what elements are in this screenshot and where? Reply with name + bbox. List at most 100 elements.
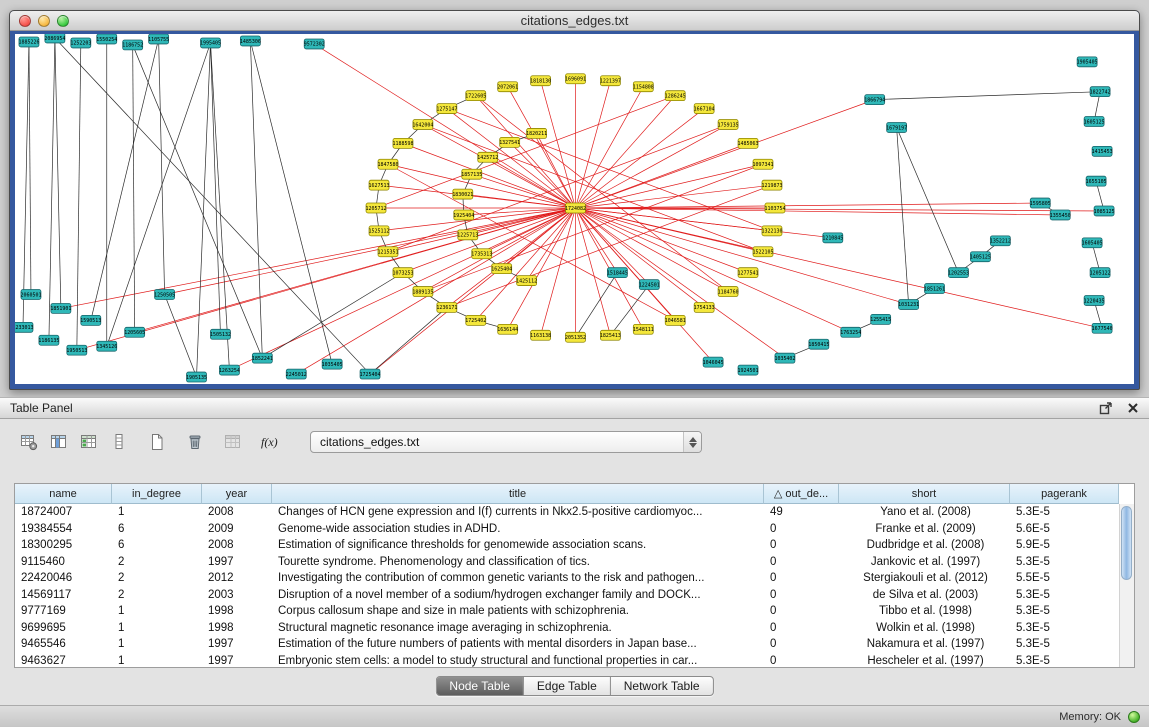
network-node[interactable]: 1505132 [210, 329, 231, 339]
network-node[interactable]: 1518445 [607, 268, 628, 278]
column-header[interactable]: short [839, 484, 1010, 504]
network-node[interactable]: 1031231 [898, 299, 919, 309]
table-row[interactable]: 1872400712008Changes of HCN gene express… [15, 504, 1119, 521]
network-node[interactable]: 1847580 [378, 159, 399, 169]
network-node[interactable]: 1830021 [452, 189, 473, 199]
network-node[interactable]: 1188598 [392, 138, 413, 148]
network-node[interactable]: 1857135 [461, 169, 482, 179]
network-node[interactable]: 1035405 [322, 359, 343, 369]
network-node[interactable]: 1046581 [665, 315, 686, 325]
network-node[interactable]: 1625404 [491, 264, 512, 274]
network-node[interactable]: 1522105 [753, 247, 774, 257]
network-node[interactable]: 1425712 [477, 152, 498, 162]
network-node[interactable]: 1759135 [718, 120, 739, 130]
table-row[interactable]: 969969511998Structural magnetic resonanc… [15, 620, 1119, 637]
network-node[interactable]: 1889135 [412, 287, 433, 297]
network-node[interactable]: 2051352 [565, 332, 586, 342]
network-node[interactable]: 1255415 [870, 314, 891, 324]
table-row[interactable]: 1938455462009Genome-wide association stu… [15, 521, 1119, 538]
network-node[interactable]: 1905135 [186, 372, 207, 382]
network-table-select[interactable]: citations_edges.txt [310, 431, 702, 453]
import-table-button[interactable] [76, 429, 102, 455]
network-node[interactable]: 1085125 [1094, 206, 1115, 216]
network-node[interactable]: 1277541 [738, 268, 759, 278]
network-node[interactable]: 1677540 [1092, 323, 1113, 333]
network-node[interactable]: 1605125 [1084, 117, 1105, 127]
network-node[interactable]: 1252203 [70, 38, 91, 48]
network-node[interactable]: 1735313 [471, 249, 492, 259]
network-node[interactable]: 1995405 [200, 38, 221, 48]
network-node[interactable]: 1851901 [50, 303, 71, 313]
network-node[interactable]: 1352212 [990, 236, 1011, 246]
network-node[interactable]: 1205712 [366, 203, 387, 213]
network-node[interactable]: 1286245 [665, 91, 686, 101]
network-node[interactable]: 1215351 [378, 247, 399, 257]
delete-table-button[interactable] [182, 429, 208, 455]
network-node[interactable]: 9572302 [304, 39, 325, 49]
network-node[interactable]: 2072061 [497, 82, 518, 92]
network-node[interactable]: 1103754 [764, 203, 785, 213]
network-node[interactable]: 1224501 [639, 280, 660, 290]
network-node[interactable]: 1820211 [526, 128, 547, 138]
network-node[interactable]: 1851261 [924, 284, 945, 294]
network-node[interactable]: 1225713 [457, 230, 478, 240]
network-node[interactable]: 1154808 [633, 82, 654, 92]
network-node[interactable]: 2245012 [286, 369, 307, 379]
network-node[interactable]: 1219873 [761, 180, 782, 190]
new-document-button[interactable] [144, 429, 170, 455]
network-node[interactable]: 1233013 [15, 322, 33, 332]
network-node[interactable]: 1097341 [753, 159, 774, 169]
minimize-window-button[interactable] [38, 15, 50, 27]
table-settings-button[interactable] [16, 429, 42, 455]
tab-edge-table[interactable]: Edge Table [524, 677, 611, 695]
network-node[interactable]: 2086954 [44, 34, 65, 43]
network-node[interactable]: 1754133 [694, 302, 715, 312]
network-node[interactable]: 1822742 [1090, 87, 1111, 97]
table-row[interactable]: 1830029562008Estimation of significance … [15, 537, 1119, 554]
network-node[interactable]: 1627513 [369, 180, 390, 190]
network-node[interactable]: 1595805 [1030, 198, 1051, 208]
column-chooser-button[interactable] [46, 429, 72, 455]
float-panel-icon[interactable] [1099, 401, 1113, 415]
network-node[interactable]: 1550254 [96, 34, 117, 44]
network-node[interactable]: 1825413 [600, 330, 621, 340]
import-file-button[interactable] [220, 429, 246, 455]
network-node[interactable]: 1163138 [530, 330, 551, 340]
table-row[interactable]: 946554611997Estimation of the future num… [15, 636, 1119, 653]
network-node[interactable]: 1220435 [1084, 296, 1105, 306]
network-node[interactable]: 1525112 [369, 226, 390, 236]
network-node[interactable]: 1548111 [633, 324, 654, 334]
network-node[interactable]: 1236171 [436, 302, 457, 312]
network-node[interactable]: 1763254 [840, 327, 861, 337]
column-header[interactable]: name [15, 484, 112, 504]
network-node[interactable]: 1725404 [360, 369, 381, 379]
network-node[interactable]: 1327541 [499, 137, 520, 147]
network-node[interactable]: 1724082 [565, 203, 586, 213]
zoom-window-button[interactable] [57, 15, 69, 27]
network-node[interactable]: 1605405 [1082, 238, 1103, 248]
network-node[interactable]: 1425112 [516, 276, 537, 286]
network-node[interactable]: 1950513 [66, 345, 87, 355]
network-node[interactable]: 1345126 [96, 341, 117, 351]
window-titlebar[interactable]: citations_edges.txt [10, 11, 1139, 31]
network-node[interactable]: 1679197 [886, 122, 907, 132]
network-node[interactable]: 1485063 [738, 138, 759, 148]
network-node[interactable]: 1186135 [38, 335, 59, 345]
network-node[interactable]: 1696091 [565, 74, 586, 84]
table-row[interactable]: 911546021997Tourette syndrome. Phenomeno… [15, 554, 1119, 571]
scrollbar-thumb[interactable] [1121, 506, 1132, 580]
network-node[interactable]: 1850415 [808, 339, 829, 349]
network-node[interactable]: 1852241 [252, 353, 273, 363]
network-node[interactable]: 1642004 [412, 120, 433, 130]
table-row[interactable]: 1456911722003Disruption of a novel membe… [15, 587, 1119, 604]
network-node[interactable]: 1322130 [761, 226, 782, 236]
network-node[interactable]: 1924501 [738, 365, 759, 375]
network-node[interactable]: 1355450 [1050, 210, 1071, 220]
column-header[interactable]: year [202, 484, 272, 504]
function-builder-button[interactable]: f(x) [258, 429, 284, 455]
network-node[interactable]: 1205122 [1090, 268, 1111, 278]
network-node[interactable]: 1925404 [453, 210, 474, 220]
network-node[interactable]: 1035402 [774, 353, 795, 363]
column-header[interactable]: in_degree [112, 484, 202, 504]
network-node[interactable]: 1636144 [497, 324, 518, 334]
